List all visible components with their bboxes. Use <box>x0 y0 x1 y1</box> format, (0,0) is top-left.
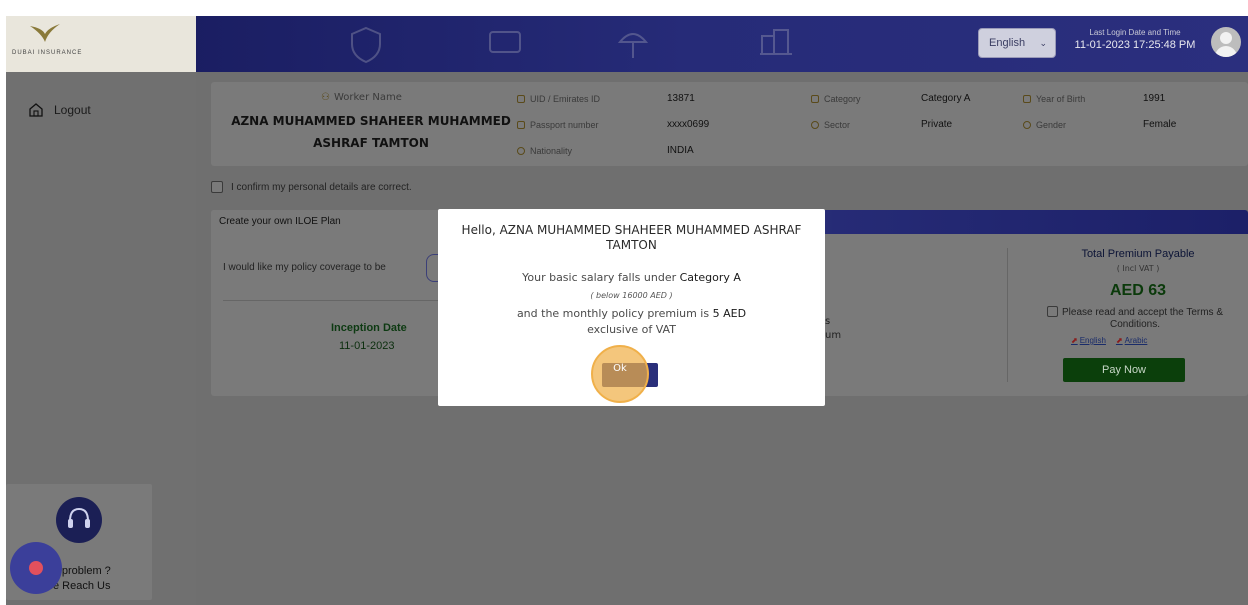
record-button[interactable] <box>10 542 62 594</box>
modal-vat-text: exclusive of VAT <box>587 323 676 336</box>
logout-button[interactable]: Logout <box>28 102 91 118</box>
coverage-text: I would like my policy coverage to be <box>223 262 386 273</box>
pay-now-button[interactable]: Pay Now <box>1063 358 1185 382</box>
shield-decor-icon <box>351 26 381 64</box>
record-dot-icon <box>29 561 43 575</box>
terms-links: ⬈ English ⬈ Arabic <box>1071 336 1147 345</box>
click-highlight: Ok <box>582 343 672 405</box>
yob-label: Year of Birth <box>1023 94 1085 104</box>
yob-value: 1991 <box>1143 93 1166 104</box>
umbrella-decor-icon <box>617 33 649 58</box>
gender-icon <box>1023 121 1031 129</box>
grid-icon <box>811 95 819 103</box>
worker-name-label: ⚇ Worker Name <box>321 92 402 103</box>
incl-vat-label: ( Incl VAT ) <box>1116 264 1160 273</box>
sector-value: Private <box>921 119 953 130</box>
vertical-divider <box>1007 248 1008 382</box>
terms-label: Please read and accept the Terms & Condi… <box>1061 307 1224 330</box>
worker-details-card: ⚇ Worker Name AZNA MUHAMMED SHAHEER MUHA… <box>211 82 1248 166</box>
logo-text: DUBAI INSURANCE <box>12 50 83 56</box>
modal-category: Category A <box>679 271 741 284</box>
headset-icon <box>56 497 102 543</box>
gender-label: Gender <box>1023 120 1066 130</box>
dubai-insurance-logo[interactable]: DUBAI INSURANCE <box>6 16 196 72</box>
logout-label: Logout <box>54 103 91 117</box>
modal-below-text: ( below 16000 AED ) <box>590 291 673 300</box>
nationality-label: Nationality <box>517 146 572 156</box>
card-decor-icon <box>489 31 521 53</box>
inception-date-label: Inception Date <box>331 322 407 334</box>
last-login-value: 11-01-2023 17:25:48 PM <box>1074 39 1196 51</box>
id-icon <box>517 95 525 103</box>
last-login-info: Last Login Date and Time 11-01-2023 17:2… <box>1070 28 1200 51</box>
modal-salary-text: Your basic salary falls under Category A <box>522 271 741 284</box>
terms-english-link[interactable]: English <box>1080 336 1106 345</box>
inception-date-value: 11-01-2023 <box>339 340 395 352</box>
sidebar: Logout ny problem ? se Reach Us <box>6 72 196 605</box>
modal-greeting: Hello, AZNA MUHAMMED SHAHEER MUHAMMED AS… <box>461 223 802 252</box>
last-login-label: Last Login Date and Time <box>1089 28 1181 37</box>
nationality-value: INDIA <box>667 145 694 156</box>
worker-name: AZNA MUHAMMED SHAHEER MUHAMMED ASHRAF TA… <box>231 114 511 150</box>
modal-premium-text: and the monthly policy premium is 5 AED <box>516 307 747 320</box>
click-ring <box>591 345 649 403</box>
chevron-down-icon: ⌄ <box>1039 38 1047 48</box>
pdf-icon: ⬈ <box>1115 336 1123 345</box>
confirm-checkbox[interactable] <box>211 181 223 193</box>
page-frame: DUBAI INSURANCE English ⌄ Last Login Dat… <box>0 0 1248 605</box>
total-premium-label: Total Premium Payable <box>1081 248 1195 260</box>
category-label: Category <box>811 94 861 104</box>
premium-amount: AED 63 <box>1109 282 1167 299</box>
ok-button-label[interactable]: Ok <box>582 363 658 374</box>
falcon-logo-icon <box>30 24 60 42</box>
user-avatar[interactable] <box>1211 27 1241 57</box>
terms-row[interactable]: Please read and accept the Terms & Condi… <box>1021 306 1248 331</box>
divider <box>223 300 443 301</box>
plan-text-fragment-1: s <box>825 316 831 327</box>
passport-value: xxxx0699 <box>667 119 710 130</box>
top-header: DUBAI INSURANCE English ⌄ Last Login Dat… <box>6 16 1248 72</box>
sector-label: Sector <box>811 120 850 130</box>
pdf-icon: ⬈ <box>1071 336 1078 345</box>
language-select[interactable]: English ⌄ <box>978 28 1056 58</box>
plan-title: Create your own ILOE Plan <box>219 216 341 227</box>
sector-icon <box>811 121 819 129</box>
language-value: English <box>989 37 1026 49</box>
category-value: Category A <box>921 93 971 104</box>
confirm-details-row[interactable]: I confirm my personal details are correc… <box>211 181 412 193</box>
gender-value: Female <box>1143 119 1177 130</box>
building-decor-icon <box>760 29 792 55</box>
uid-value: 13871 <box>667 93 695 104</box>
plan-text-fragment-2: um <box>825 330 842 341</box>
passport-icon <box>517 121 525 129</box>
modal-premium-value: 5 AED <box>712 307 747 320</box>
person-icon: ⚇ <box>321 92 330 103</box>
category-info-modal: Hello, AZNA MUHAMMED SHAHEER MUHAMMED AS… <box>438 209 825 406</box>
terms-checkbox[interactable] <box>1046 306 1058 317</box>
calendar-icon <box>1023 95 1031 103</box>
home-icon <box>29 103 43 117</box>
confirm-label: I confirm my personal details are correc… <box>231 181 412 193</box>
passport-label: Passport number <box>517 120 599 130</box>
globe-icon <box>517 147 525 155</box>
terms-arabic-link[interactable]: Arabic <box>1125 336 1148 345</box>
uid-label: UID / Emirates ID <box>517 94 600 104</box>
